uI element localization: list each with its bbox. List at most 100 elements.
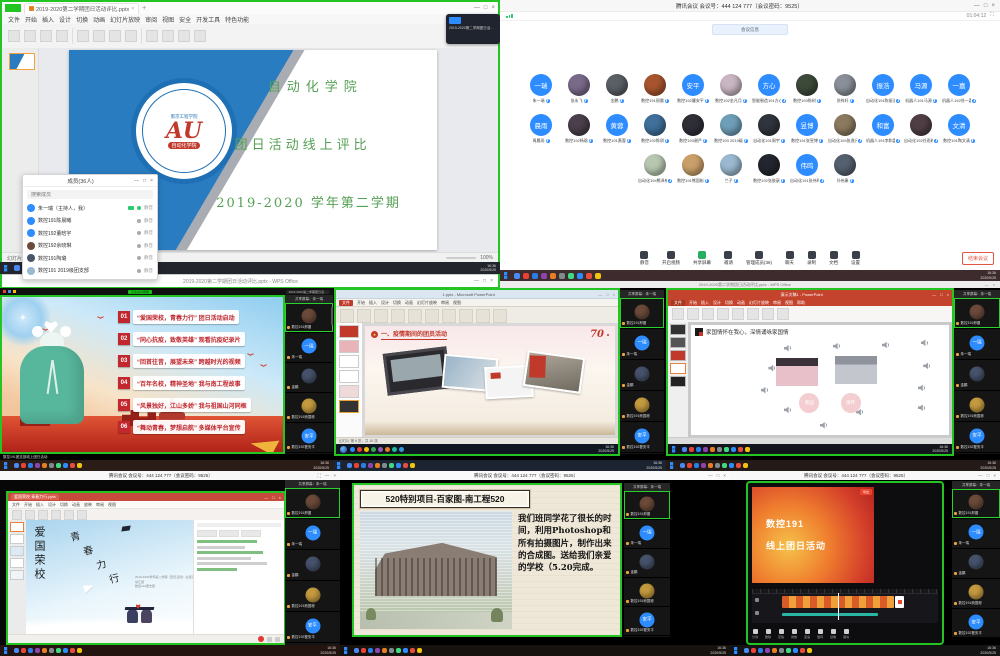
start-button-icon[interactable] [670,462,677,469]
taskbar-app-icon[interactable] [417,648,422,653]
maximize-button[interactable]: □ [483,278,486,284]
system-tray[interactable]: 16:362020/5/25 [980,646,996,654]
taskbar-app-icon[interactable] [361,648,366,653]
zoom-level[interactable]: 100% [480,255,493,261]
taskbar-app-icon[interactable] [364,447,369,452]
taskbar-app-icon[interactable] [28,463,33,468]
taskbar-app-icon[interactable] [559,273,565,279]
close-button[interactable]: × [991,3,995,9]
speaker-icon[interactable] [820,422,827,429]
video-tile[interactable]: 数控191熊国彬 [285,581,340,612]
taskbar-app-icon[interactable] [779,648,784,653]
taskbar-app-icon[interactable] [389,648,394,653]
minimize-button[interactable]: — [974,3,980,9]
video-tile[interactable]: 安平 数控192瞿安平 [624,607,670,636]
participant[interactable]: 文清 数控191陶文清 [942,114,976,154]
meeting-info-pill[interactable]: 会议信息 [712,24,788,35]
ribbon-icon[interactable] [25,510,35,520]
maximize-button[interactable]: □ [717,473,720,478]
video-tile[interactable]: 一瑞 朱一瑞 [624,520,670,549]
taskbar-app-icon[interactable] [8,290,11,293]
taskbar-app-icon[interactable] [758,648,763,653]
video-tile[interactable]: 数控191熊国彬 [285,393,333,423]
play-slideshow-button[interactable] [258,636,264,642]
playhead[interactable] [838,593,839,620]
participant[interactable]: 张永飞 [562,74,596,114]
menu-item[interactable]: 安全 [179,15,191,24]
ribbon-icon[interactable] [109,30,121,42]
member-row[interactable]: 数控191 2019级团支部 静音 [23,265,157,278]
taskbar-app-icon[interactable] [731,447,736,452]
taskbar-app-icon[interactable] [410,648,415,653]
ribbon-icon[interactable] [747,308,759,320]
system-tray[interactable]: 16:362020/5/25 [710,646,726,654]
menu-item[interactable]: 切换 [60,502,68,508]
ribbon-tab[interactable]: 插入 [701,300,709,306]
menu-item[interactable]: 开始 [25,15,37,24]
system-tray[interactable]: 16:362020/5/25 [313,461,329,469]
video-tile[interactable]: 数控191熊国彬 [624,578,670,607]
editor-tool-button[interactable]: 旋转 [817,629,823,639]
menu-item[interactable]: 特色功能 [225,15,249,24]
pane-button[interactable] [241,530,261,537]
editor-tool-button[interactable]: 倒放 [791,629,797,639]
taskbar-app-icon[interactable] [786,648,791,653]
taskbar-app-icon[interactable] [375,648,380,653]
video-tile[interactable]: 一瑞 朱一瑞 [285,519,340,550]
ribbon-tab[interactable]: 视图 [785,300,793,306]
start-button-icon[interactable] [672,446,679,453]
taskbar-app-icon[interactable] [56,463,61,468]
taskbar-app-icon[interactable] [736,463,741,468]
taskbar-app-icon[interactable] [382,463,387,468]
ribbon-icon[interactable] [56,30,68,42]
taskbar-app-icon[interactable] [745,447,750,452]
ribbon-icon[interactable] [391,309,405,323]
ribbon-icon[interactable] [125,30,137,42]
slide-thumbnail[interactable] [670,337,686,348]
taskbar-app-icon[interactable] [371,447,376,452]
video-tile[interactable]: 数控191邢晨 [954,298,1000,329]
ribbon-icon[interactable] [717,308,729,320]
ribbon-icon[interactable] [93,30,105,42]
member-close-button[interactable]: × [150,178,153,184]
view-button[interactable] [275,637,280,642]
speaker-icon[interactable] [784,406,791,413]
participant[interactable]: 昱博 数控191张昱博 [790,114,824,154]
taskbar-app-icon[interactable] [724,447,729,452]
document-tab[interactable]: 2019-2020第二学期团日活动评比.pptx × [24,3,139,14]
participant[interactable]: 晨雨 周晨雨 [524,114,558,154]
participant[interactable]: 黄蓉 数控191黄蓉 [600,114,634,154]
menu-item[interactable]: 视图 [162,15,174,24]
taskbar-app-icon[interactable] [42,648,47,653]
taskbar-app-icon[interactable] [550,273,556,279]
file-tab[interactable]: 文件 [671,300,685,306]
editor-tool-button[interactable]: 镜像 [830,629,836,639]
taskbar-app-icon[interactable] [708,463,713,468]
video-tile[interactable]: 安平 数控192瞿安平 [620,422,664,453]
system-tray[interactable]: 16:362020/5/25 [646,461,662,469]
menu-item[interactable]: 插入 [36,502,44,508]
participant[interactable]: 孙伟康 [828,154,862,194]
participant[interactable]: 数控192张俊豪 [752,154,786,194]
ribbon-icon[interactable] [64,510,74,520]
participant[interactable]: 数控191熊国彬 [676,154,710,194]
taskbar-app-icon[interactable] [378,447,383,452]
ribbon-tab[interactable]: 幻灯片放映 [749,300,769,306]
system-tray[interactable]: 16:362020/5/25 [480,264,496,272]
slide-thumbnail-selected[interactable] [670,363,686,374]
maximize-button[interactable]: □ [272,495,274,500]
ribbon-tab[interactable]: 切换 [393,300,401,306]
video-tile[interactable]: 安平 数控192瞿安平 [285,423,333,453]
member-row[interactable]: 朱一瑞（主持人，我） 静音 [23,202,157,215]
taskbar-app-icon[interactable] [49,648,54,653]
start-button-icon[interactable] [4,462,11,469]
slide-thumbnail[interactable] [10,546,24,556]
taskbar-app-icon[interactable] [577,273,583,279]
member-max-button[interactable]: □ [143,178,146,184]
ribbon-icon[interactable] [162,30,174,42]
start-button-icon[interactable] [4,647,11,654]
system-tray[interactable]: 16:362020/5/25 [932,445,948,453]
close-button[interactable]: × [490,278,493,284]
video-tile[interactable]: 数控191熊国彬 [620,391,664,422]
taskbar-app-icon[interactable] [772,648,777,653]
